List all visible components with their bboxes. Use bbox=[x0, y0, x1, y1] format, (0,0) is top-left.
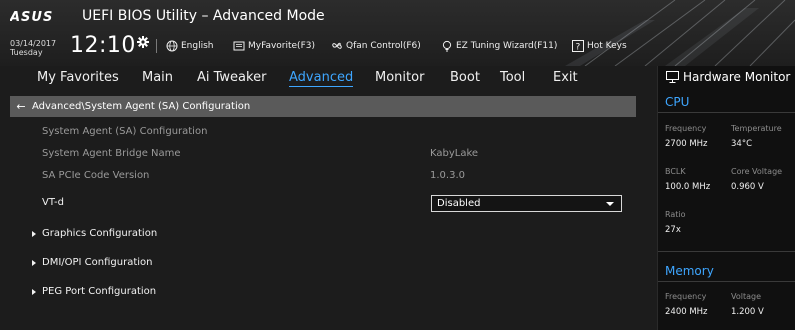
monitor-icon bbox=[666, 71, 679, 83]
info-label: SA PCIe Code Version bbox=[42, 170, 150, 181]
cpu-divider bbox=[658, 112, 795, 113]
vt-d-dropdown[interactable]: Disabled bbox=[431, 195, 622, 212]
submenu-dmi-opi-configuration[interactable]: DMI/OPI Configuration bbox=[32, 257, 153, 268]
submenu-label: DMI/OPI Configuration bbox=[42, 257, 153, 268]
core-voltage-value: 0.960 V bbox=[731, 182, 764, 192]
bios-title: UEFI BIOS Utility – Advanced Mode bbox=[82, 8, 325, 24]
help-icon: ? bbox=[572, 40, 584, 52]
tab-ai-tweaker[interactable]: Ai Tweaker bbox=[197, 70, 266, 85]
tab-main[interactable]: Main bbox=[142, 70, 173, 85]
chevron-right-icon bbox=[32, 288, 36, 295]
tab-boot[interactable]: Boot bbox=[450, 70, 480, 85]
qfan-control-button[interactable]: Qfan Control(F6) bbox=[331, 39, 421, 53]
cpu-temperature-label: Temperature bbox=[731, 124, 782, 133]
submenu-peg-port-configuration[interactable]: PEG Port Configuration bbox=[32, 286, 156, 297]
info-label: System Agent (SA) Configuration bbox=[42, 126, 208, 137]
memory-voltage-label: Voltage bbox=[731, 292, 762, 301]
hardware-monitor-label: Hardware Monitor bbox=[683, 70, 791, 84]
hardware-monitor-title: Hardware Monitor bbox=[666, 70, 790, 84]
language-label: English bbox=[181, 41, 214, 51]
header-divider bbox=[156, 39, 157, 53]
bulb-icon bbox=[442, 40, 452, 52]
info-label: System Agent Bridge Name bbox=[42, 148, 181, 159]
bclk-label: BCLK bbox=[665, 167, 686, 176]
fan-icon bbox=[332, 42, 342, 49]
globe-icon bbox=[166, 40, 178, 52]
cpu-frequency-label: Frequency bbox=[665, 124, 707, 133]
cpu-section-title: CPU bbox=[665, 95, 690, 109]
hot-keys-label: Hot Keys bbox=[587, 41, 627, 51]
submenu-label: Graphics Configuration bbox=[42, 228, 158, 239]
language-button[interactable]: English bbox=[166, 39, 214, 53]
chevron-right-icon bbox=[32, 259, 36, 266]
vt-d-selected-value: Disabled bbox=[437, 198, 481, 209]
svg-text:ASUS: ASUS bbox=[10, 10, 53, 23]
clock: 12:10 bbox=[70, 33, 136, 58]
memory-voltage-value: 1.200 V bbox=[731, 307, 764, 317]
memory-section-title: Memory bbox=[665, 264, 714, 278]
favorites-icon bbox=[233, 41, 245, 51]
date-text: 03/14/2017 bbox=[10, 39, 57, 48]
myfavorite-label: MyFavorite(F3) bbox=[248, 41, 315, 51]
tab-tool[interactable]: Tool bbox=[500, 70, 525, 85]
info-value: 1.0.3.0 bbox=[430, 170, 465, 181]
vt-d-label: VT-d bbox=[42, 197, 64, 208]
core-voltage-label: Core Voltage bbox=[731, 167, 783, 176]
info-value: KabyLake bbox=[430, 148, 479, 159]
day-text: Tuesday bbox=[10, 48, 43, 57]
decorative-stripes bbox=[565, 0, 795, 66]
tab-exit[interactable]: Exit bbox=[553, 70, 578, 85]
chevron-right-icon bbox=[32, 230, 36, 237]
memory-top-divider bbox=[658, 251, 795, 252]
gear-icon[interactable] bbox=[137, 36, 149, 48]
memory-divider bbox=[658, 281, 795, 282]
hot-keys-button[interactable]: ? Hot Keys bbox=[572, 39, 627, 53]
chevron-down-icon bbox=[606, 202, 614, 206]
breadcrumb-path: Advanced\System Agent (SA) Configuration bbox=[32, 101, 251, 112]
asus-logo: ASUS bbox=[10, 10, 53, 23]
memory-frequency-label: Frequency bbox=[665, 292, 707, 301]
ratio-label: Ratio bbox=[665, 210, 686, 219]
tab-my-favorites[interactable]: My Favorites bbox=[37, 70, 119, 85]
memory-frequency-value: 2400 MHz bbox=[665, 307, 708, 317]
title-bar: ASUS UEFI BIOS Utility – Advanced Mode 0… bbox=[0, 0, 795, 66]
date-display: 03/14/2017 Tuesday bbox=[10, 39, 56, 57]
bclk-value: 100.0 MHz bbox=[665, 182, 711, 192]
tab-advanced[interactable]: Advanced bbox=[289, 70, 354, 87]
back-arrow-icon[interactable]: ← bbox=[10, 100, 32, 113]
ez-tuning-wizard-label: EZ Tuning Wizard(F11) bbox=[456, 41, 558, 51]
submenu-label: PEG Port Configuration bbox=[42, 286, 157, 297]
submenu-graphics-configuration[interactable]: Graphics Configuration bbox=[32, 228, 157, 239]
hardware-monitor-panel: Hardware Monitor CPU Frequency 2700 MHz … bbox=[657, 66, 795, 330]
ratio-value: 27x bbox=[665, 225, 681, 235]
myfavorite-button[interactable]: MyFavorite(F3) bbox=[233, 39, 315, 53]
tab-monitor[interactable]: Monitor bbox=[375, 70, 424, 85]
svg-text:?: ? bbox=[576, 43, 581, 53]
ez-tuning-wizard-button[interactable]: EZ Tuning Wizard(F11) bbox=[441, 39, 557, 53]
breadcrumb[interactable]: ← Advanced\System Agent (SA) Configurati… bbox=[10, 96, 636, 117]
cpu-temperature-value: 34°C bbox=[731, 139, 753, 149]
qfan-control-label: Qfan Control(F6) bbox=[346, 41, 421, 51]
cpu-frequency-value: 2700 MHz bbox=[665, 139, 708, 149]
